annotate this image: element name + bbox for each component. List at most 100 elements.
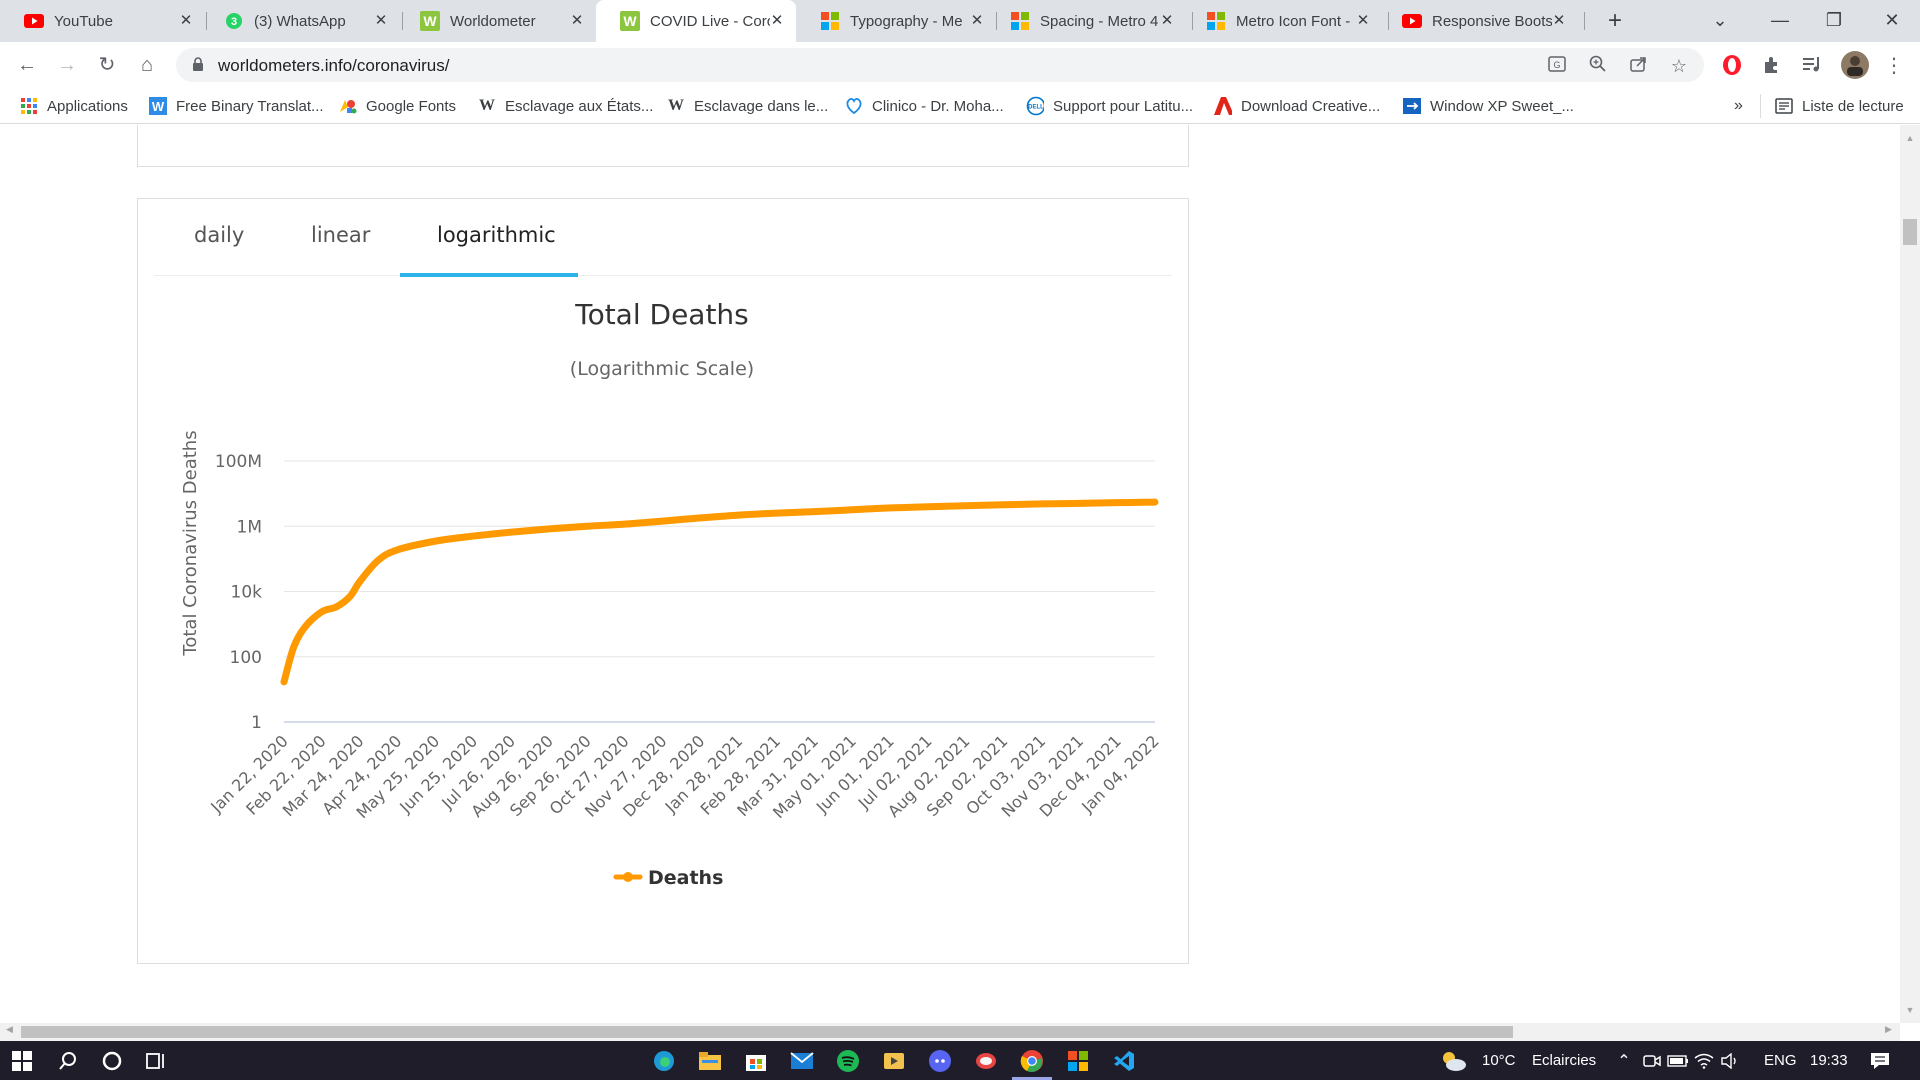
- restore-button[interactable]: ❐: [1806, 0, 1862, 42]
- forward-button[interactable]: →: [52, 50, 82, 80]
- clock-time[interactable]: 19:33: [1810, 1052, 1848, 1069]
- media-player-icon[interactable]: [880, 1047, 908, 1075]
- browser-tab[interactable]: W Worldometer ✕: [396, 0, 596, 42]
- reload-button[interactable]: ↻: [92, 50, 122, 80]
- spotify-icon[interactable]: [834, 1047, 862, 1075]
- tab-title: Typography - Me: [850, 12, 963, 30]
- vertical-scrollbar[interactable]: ▲ ▼: [1900, 125, 1920, 1023]
- tab-title: (3) WhatsApp: [254, 12, 346, 30]
- volume-icon[interactable]: [1716, 1047, 1744, 1075]
- svg-text:DELL: DELL: [1028, 105, 1044, 111]
- browser-tab[interactable]: Metro Icon Font - ✕: [1182, 0, 1382, 42]
- task-view-icon[interactable]: [142, 1047, 170, 1075]
- translate-icon[interactable]: G: [1546, 55, 1568, 77]
- tab-title: Spacing - Metro 4: [1040, 12, 1159, 30]
- edge-icon[interactable]: [650, 1047, 678, 1075]
- bookmark-item[interactable]: DELL Support pour Latitu...: [1026, 96, 1193, 116]
- browser-tab-active[interactable]: W COVID Live - Coro ✕: [596, 0, 796, 42]
- tab-search-chevron-icon[interactable]: ⌄: [1692, 0, 1748, 42]
- bookmark-label: Window XP Sweet_...: [1430, 97, 1574, 115]
- bookmark-item[interactable]: Google Fonts: [339, 96, 456, 116]
- new-tab-button[interactable]: +: [1600, 6, 1630, 36]
- browser-tab[interactable]: 3 (3) WhatsApp ✕: [200, 0, 400, 42]
- bookmark-item[interactable]: Window XP Sweet_...: [1403, 96, 1574, 116]
- close-tab-icon[interactable]: ✕: [968, 12, 986, 30]
- lock-icon[interactable]: [192, 57, 204, 77]
- chart-subtitle: (Logarithmic Scale): [570, 358, 754, 380]
- close-tab-icon[interactable]: ✕: [1158, 12, 1176, 30]
- search-icon[interactable]: [54, 1047, 82, 1075]
- svg-text:3: 3: [231, 16, 237, 28]
- weather-icon[interactable]: [1440, 1047, 1468, 1075]
- share-icon[interactable]: [1628, 55, 1650, 77]
- scroll-right-arrow-icon[interactable]: ▶: [1885, 1024, 1892, 1035]
- total-deaths-chart: Total Deaths (Logarithmic Scale) Total C…: [180, 298, 1163, 889]
- chrome-icon[interactable]: [1018, 1047, 1046, 1075]
- horizontal-scrollbar[interactable]: ◀ ▶: [0, 1023, 1900, 1041]
- scroll-up-arrow-icon[interactable]: ▲: [1900, 133, 1920, 143]
- bookmark-item[interactable]: Applications: [20, 96, 128, 116]
- close-window-button[interactable]: ✕: [1864, 0, 1920, 42]
- chart-grid: [284, 460, 1155, 723]
- windows-taskbar: 10°C Eclaircies ⌃ ENG 19:33: [0, 1041, 1920, 1080]
- profile-avatar[interactable]: [1840, 50, 1870, 80]
- file-explorer-icon[interactable]: [696, 1047, 724, 1075]
- discord-icon[interactable]: [926, 1047, 954, 1075]
- home-button[interactable]: ⌂: [132, 50, 162, 80]
- bookmarks-overflow-button[interactable]: »: [1734, 96, 1743, 116]
- bookmark-item[interactable]: Download Creative...: [1214, 96, 1380, 116]
- horizontal-scroll-thumb[interactable]: [21, 1026, 1513, 1038]
- back-button[interactable]: ←: [12, 50, 42, 80]
- browser-tab[interactable]: Responsive Boots ✕: [1378, 0, 1578, 42]
- close-tab-icon[interactable]: ✕: [1354, 12, 1372, 30]
- show-hidden-icons-chevron-icon[interactable]: ⌃: [1610, 1047, 1638, 1075]
- input-language[interactable]: ENG: [1764, 1052, 1797, 1069]
- vertical-scroll-thumb[interactable]: [1903, 219, 1917, 245]
- close-tab-icon[interactable]: ✕: [568, 12, 586, 30]
- opera-icon[interactable]: [1720, 54, 1744, 78]
- windows-start-icon[interactable]: [8, 1047, 36, 1075]
- battery-icon[interactable]: [1664, 1047, 1692, 1075]
- bookmark-item[interactable]: Clinico - Dr. Moha...: [845, 96, 1004, 116]
- youtube-icon: [1402, 11, 1422, 31]
- scroll-left-arrow-icon[interactable]: ◀: [6, 1024, 13, 1035]
- mail-icon[interactable]: [788, 1047, 816, 1075]
- bookmark-star-icon[interactable]: ☆: [1668, 55, 1690, 77]
- cortana-icon[interactable]: [98, 1047, 126, 1075]
- tab-title: Metro Icon Font -: [1236, 12, 1351, 30]
- app-icon[interactable]: [972, 1047, 1000, 1075]
- meet-now-icon[interactable]: [1638, 1047, 1666, 1075]
- minimize-button[interactable]: —: [1752, 0, 1808, 42]
- google-fonts-icon: [339, 97, 357, 115]
- tab-separator: [1584, 12, 1585, 30]
- legend-marker: [623, 872, 633, 882]
- scroll-down-arrow-icon[interactable]: ▼: [1900, 1005, 1920, 1015]
- notifications-icon[interactable]: [1866, 1047, 1894, 1075]
- bookmark-item[interactable]: W Esclavage dans le...: [667, 96, 828, 116]
- bookmark-item[interactable]: W Esclavage aux États...: [478, 96, 653, 116]
- browser-tab[interactable]: YouTube ✕: [0, 0, 205, 42]
- browser-tab[interactable]: Typography - Me ✕: [796, 0, 996, 42]
- close-tab-icon[interactable]: ✕: [1550, 12, 1568, 30]
- svg-text:W: W: [423, 13, 437, 29]
- wifi-icon[interactable]: [1690, 1047, 1718, 1075]
- extensions-icon[interactable]: [1760, 54, 1784, 78]
- reading-list-button[interactable]: Liste de lecture: [1775, 96, 1904, 116]
- close-tab-icon[interactable]: ✕: [372, 12, 390, 30]
- bookmark-item[interactable]: W Free Binary Translat...: [149, 96, 324, 116]
- close-tab-icon[interactable]: ✕: [768, 12, 786, 30]
- close-tab-icon[interactable]: ✕: [177, 12, 195, 30]
- y-tick-label: 1M: [237, 517, 262, 537]
- media-control-icon[interactable]: [1800, 54, 1824, 78]
- browser-tab[interactable]: Spacing - Metro 4 ✕: [986, 0, 1186, 42]
- browser-menu-icon[interactable]: ⋮: [1882, 54, 1906, 78]
- adobe-icon: [1214, 97, 1232, 115]
- store-icon[interactable]: [742, 1047, 770, 1075]
- metro-app-icon[interactable]: [1064, 1047, 1092, 1075]
- zoom-icon[interactable]: [1587, 55, 1609, 77]
- vscode-icon[interactable]: [1110, 1047, 1138, 1075]
- tab-title: Responsive Boots: [1432, 12, 1552, 30]
- chart-legend[interactable]: Deaths: [613, 867, 723, 889]
- window-icon: [1403, 97, 1421, 115]
- address-bar[interactable]: worldometers.info/coronavirus/ G ☆: [176, 48, 1704, 82]
